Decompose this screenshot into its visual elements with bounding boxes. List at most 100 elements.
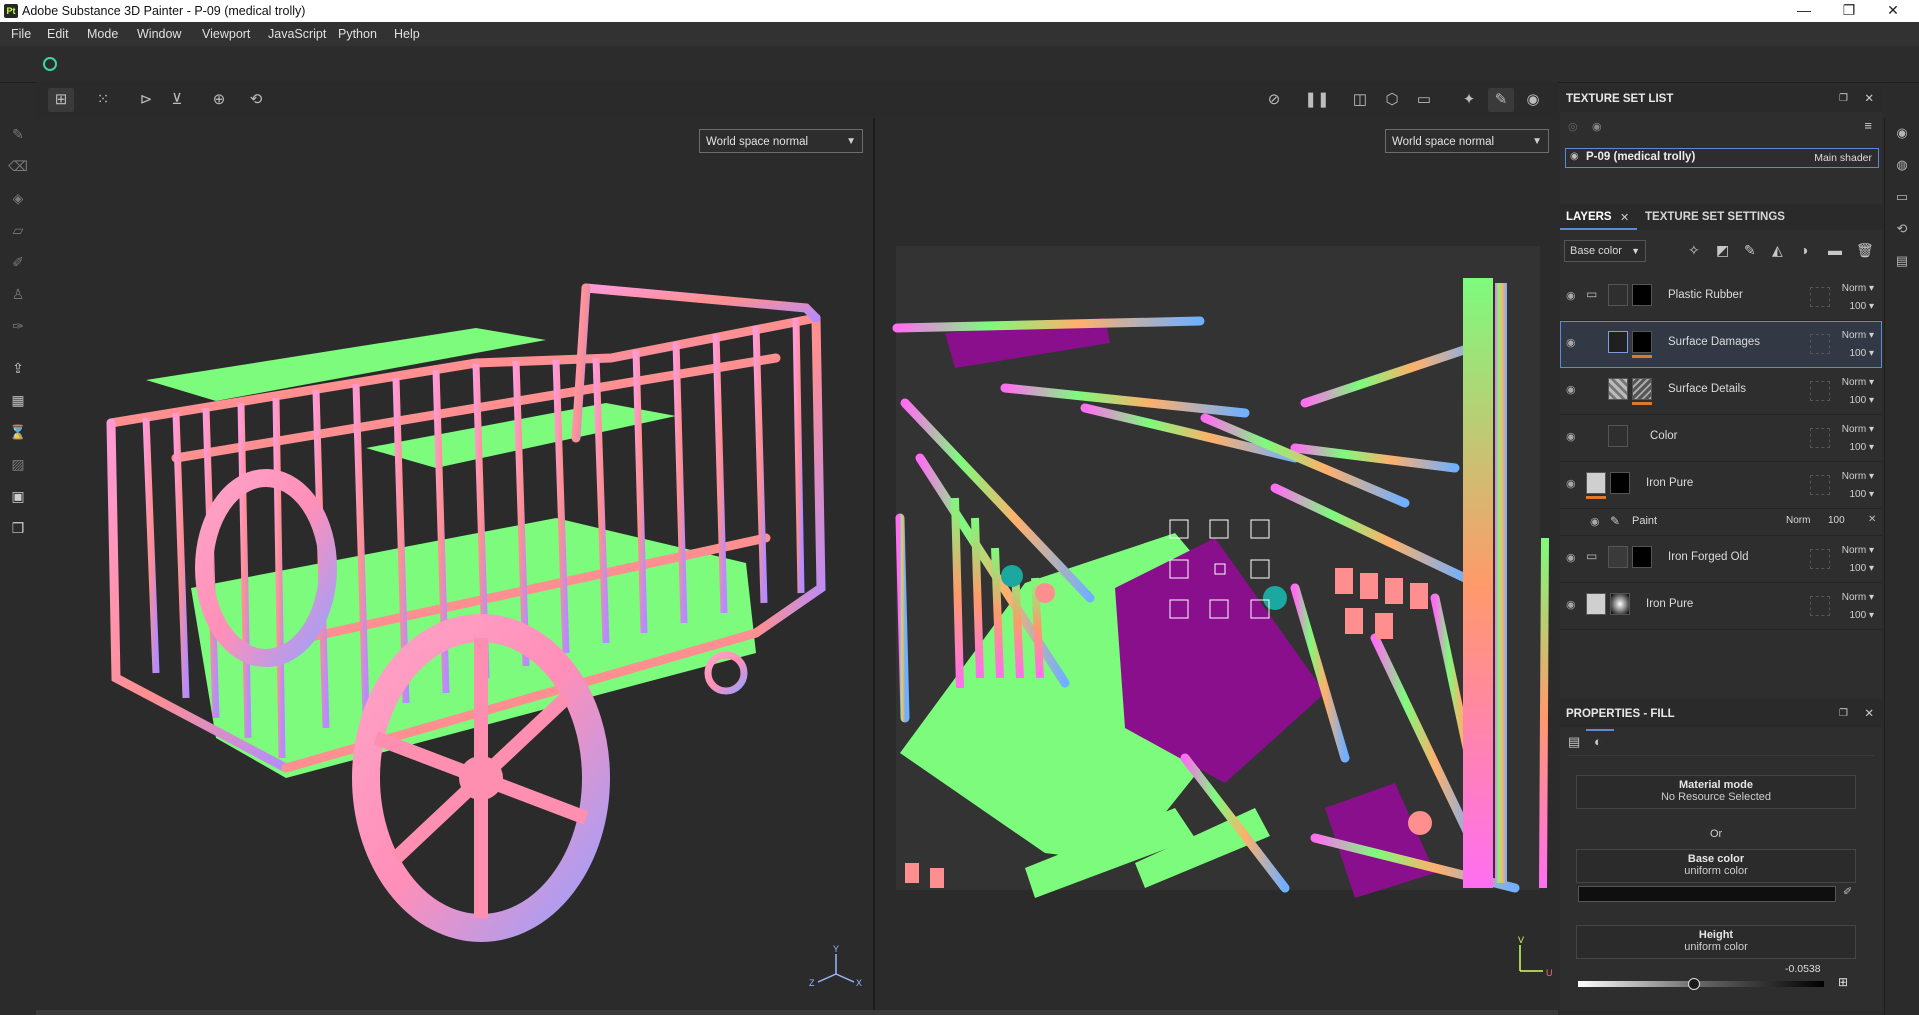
- tab-texture-set-settings[interactable]: TEXTURE SET SETTINGS: [1645, 211, 1785, 223]
- layer-checkbox[interactable]: [1810, 381, 1830, 401]
- texture-set-eye-icon[interactable]: ◉: [1570, 151, 1579, 162]
- uv-icon[interactable]: ▨: [8, 454, 28, 474]
- add-paint-layer-icon[interactable]: ✎: [1744, 242, 1756, 259]
- lighting-icon[interactable]: ✦: [1456, 88, 1482, 112]
- texture-set-shader[interactable]: Main shader: [1814, 152, 1872, 164]
- menu-help[interactable]: Help: [394, 27, 420, 41]
- layer-row[interactable]: ◉ ▭ Iron Forged Old Norm ▾ 100 ▾: [1560, 536, 1882, 583]
- sync-status-icon[interactable]: [43, 57, 57, 71]
- base-color-swatch[interactable]: [1578, 886, 1836, 902]
- menu-window[interactable]: Window: [137, 27, 181, 41]
- random-seed-icon[interactable]: ⊞: [1838, 975, 1848, 989]
- close-tab-icon[interactable]: ✕: [1620, 211, 1629, 224]
- close-window-button[interactable]: ✕: [1878, 2, 1908, 19]
- height-slider[interactable]: [1578, 978, 1824, 990]
- eye-icon[interactable]: ◉: [1566, 551, 1576, 564]
- blend-mode[interactable]: Norm: [1842, 283, 1866, 294]
- history-panel-icon[interactable]: ⟲: [1893, 220, 1911, 238]
- viewport-3d[interactable]: World space normal ▼ Y X Z: [36, 118, 872, 1010]
- smudge-icon[interactable]: ✐: [8, 252, 28, 272]
- remove-effect-icon[interactable]: ✕: [1868, 514, 1876, 525]
- opacity-value[interactable]: 100: [1850, 301, 1867, 312]
- eye-icon[interactable]: ◉: [1590, 515, 1600, 528]
- opacity-value[interactable]: 100: [1850, 442, 1867, 453]
- menu-python[interactable]: Python: [338, 27, 377, 41]
- eye-icon[interactable]: ◉: [1566, 383, 1576, 396]
- split-view-icon[interactable]: ◫: [1347, 88, 1373, 112]
- eye-icon[interactable]: ◉: [1566, 289, 1576, 302]
- environment-icon[interactable]: ◍: [1893, 156, 1911, 174]
- eyedropper-icon[interactable]: ✐: [1843, 885, 1852, 898]
- opacity-value[interactable]: 100: [1850, 563, 1867, 574]
- blend-mode[interactable]: Norm: [1842, 471, 1866, 482]
- display-mode-icon[interactable]: ⬡: [1379, 88, 1405, 112]
- layer-row[interactable]: ◉ Surface Details Norm ▾ 100 ▾: [1560, 368, 1882, 415]
- add-icon[interactable]: ⊕: [206, 88, 232, 112]
- layer-row[interactable]: ◉ Iron Pure Norm ▾ 100 ▾: [1560, 462, 1882, 509]
- base-color-button[interactable]: Base color uniform color: [1576, 849, 1856, 883]
- screenshot-icon[interactable]: ◉: [1520, 88, 1546, 112]
- export-icon[interactable]: ▣: [8, 486, 28, 506]
- layer-row[interactable]: ◉ Surface Damages Norm ▾ 100 ▾: [1560, 321, 1882, 368]
- mirror-y-icon[interactable]: ⊻: [164, 88, 190, 112]
- hide-all-icon[interactable]: ◎: [1568, 120, 1578, 133]
- measure-icon[interactable]: ⌛: [8, 422, 28, 442]
- close-panel-icon[interactable]: ✕: [1864, 701, 1874, 727]
- add-fill-layer-icon[interactable]: ◭: [1772, 242, 1783, 259]
- maximize-button[interactable]: ❐: [1834, 2, 1864, 19]
- viewport-2d[interactable]: World space normal ▼ V U: [873, 118, 1560, 1010]
- hide-icon[interactable]: ⊘: [1261, 88, 1287, 112]
- close-panel-icon[interactable]: ✕: [1864, 86, 1874, 112]
- viewer-settings-icon[interactable]: ◉: [1893, 124, 1911, 142]
- menu-javascript[interactable]: JavaScript: [268, 27, 326, 41]
- material-picker-icon[interactable]: ▦: [8, 390, 28, 410]
- height-slider-knob[interactable]: [1687, 978, 1700, 990]
- menu-mode[interactable]: Mode: [87, 27, 118, 41]
- material-mode-button[interactable]: Material mode No Resource Selected: [1576, 775, 1856, 809]
- height-button[interactable]: Height uniform color: [1576, 925, 1856, 959]
- tab-layers[interactable]: LAYERS: [1566, 211, 1612, 223]
- display-settings-icon[interactable]: ▭: [1893, 188, 1911, 206]
- opacity-value[interactable]: 100: [1850, 489, 1867, 500]
- camera-icon[interactable]: ▭: [1411, 88, 1437, 112]
- minimize-button[interactable]: —: [1789, 2, 1819, 18]
- opacity-value[interactable]: 100: [1850, 610, 1867, 621]
- pause-icon[interactable]: ❚❚: [1304, 88, 1330, 112]
- library-icon[interactable]: ❒: [8, 518, 28, 538]
- texture-set-menu-icon[interactable]: ≡: [1864, 118, 1872, 133]
- opacity-value[interactable]: 100: [1850, 348, 1867, 359]
- grid-options-icon[interactable]: ⁙: [90, 88, 116, 112]
- blend-mode[interactable]: Norm: [1842, 377, 1866, 388]
- effect-blend[interactable]: Norm: [1786, 515, 1810, 526]
- add-folder-icon[interactable]: ▬: [1828, 242, 1842, 258]
- history-icon[interactable]: ⟲: [243, 88, 269, 112]
- grid-select-icon[interactable]: ⊞: [48, 88, 74, 112]
- delete-layer-icon[interactable]: 🗑: [1856, 242, 1874, 259]
- layer-checkbox[interactable]: [1810, 287, 1830, 307]
- projection-icon[interactable]: ◈: [8, 188, 28, 208]
- eye-icon[interactable]: ◉: [1566, 477, 1576, 490]
- add-effect-icon[interactable]: ✧: [1688, 242, 1700, 259]
- fill-properties-icon[interactable]: ▤: [1568, 734, 1580, 750]
- clone-stamp-icon[interactable]: ♙: [8, 284, 28, 304]
- log-icon[interactable]: ▤: [1893, 252, 1911, 270]
- blend-mode[interactable]: Norm: [1842, 545, 1866, 556]
- picker-icon[interactable]: ✑: [8, 316, 28, 336]
- layer-row[interactable]: ◉ Iron Pure Norm ▾ 100 ▾: [1560, 583, 1882, 630]
- bake-icon[interactable]: ⇪: [8, 358, 28, 378]
- polygon-fill-icon[interactable]: ▱: [8, 220, 28, 240]
- height-number[interactable]: -0.0538: [1785, 963, 1821, 975]
- eraser-icon[interactable]: ⌫: [8, 156, 28, 176]
- material-properties-icon[interactable]: ◐: [1594, 734, 1602, 749]
- channel-dropdown[interactable]: Base color ▼: [1564, 240, 1646, 262]
- add-smart-material-icon[interactable]: ◑: [1800, 242, 1808, 258]
- effect-opacity[interactable]: 100: [1828, 515, 1845, 526]
- layer-checkbox[interactable]: [1810, 596, 1830, 616]
- layer-row[interactable]: ◉ Color Norm ▾ 100 ▾: [1560, 415, 1882, 462]
- paint-mode-icon[interactable]: ✎: [1488, 88, 1514, 112]
- eye-icon[interactable]: ◉: [1566, 336, 1576, 349]
- layer-checkbox[interactable]: [1810, 334, 1830, 354]
- layer-checkbox[interactable]: [1810, 549, 1830, 569]
- paint-brush-icon[interactable]: ✎: [8, 124, 28, 144]
- texture-set-item[interactable]: ◉ P-09 (medical trolly) Main shader: [1565, 148, 1879, 168]
